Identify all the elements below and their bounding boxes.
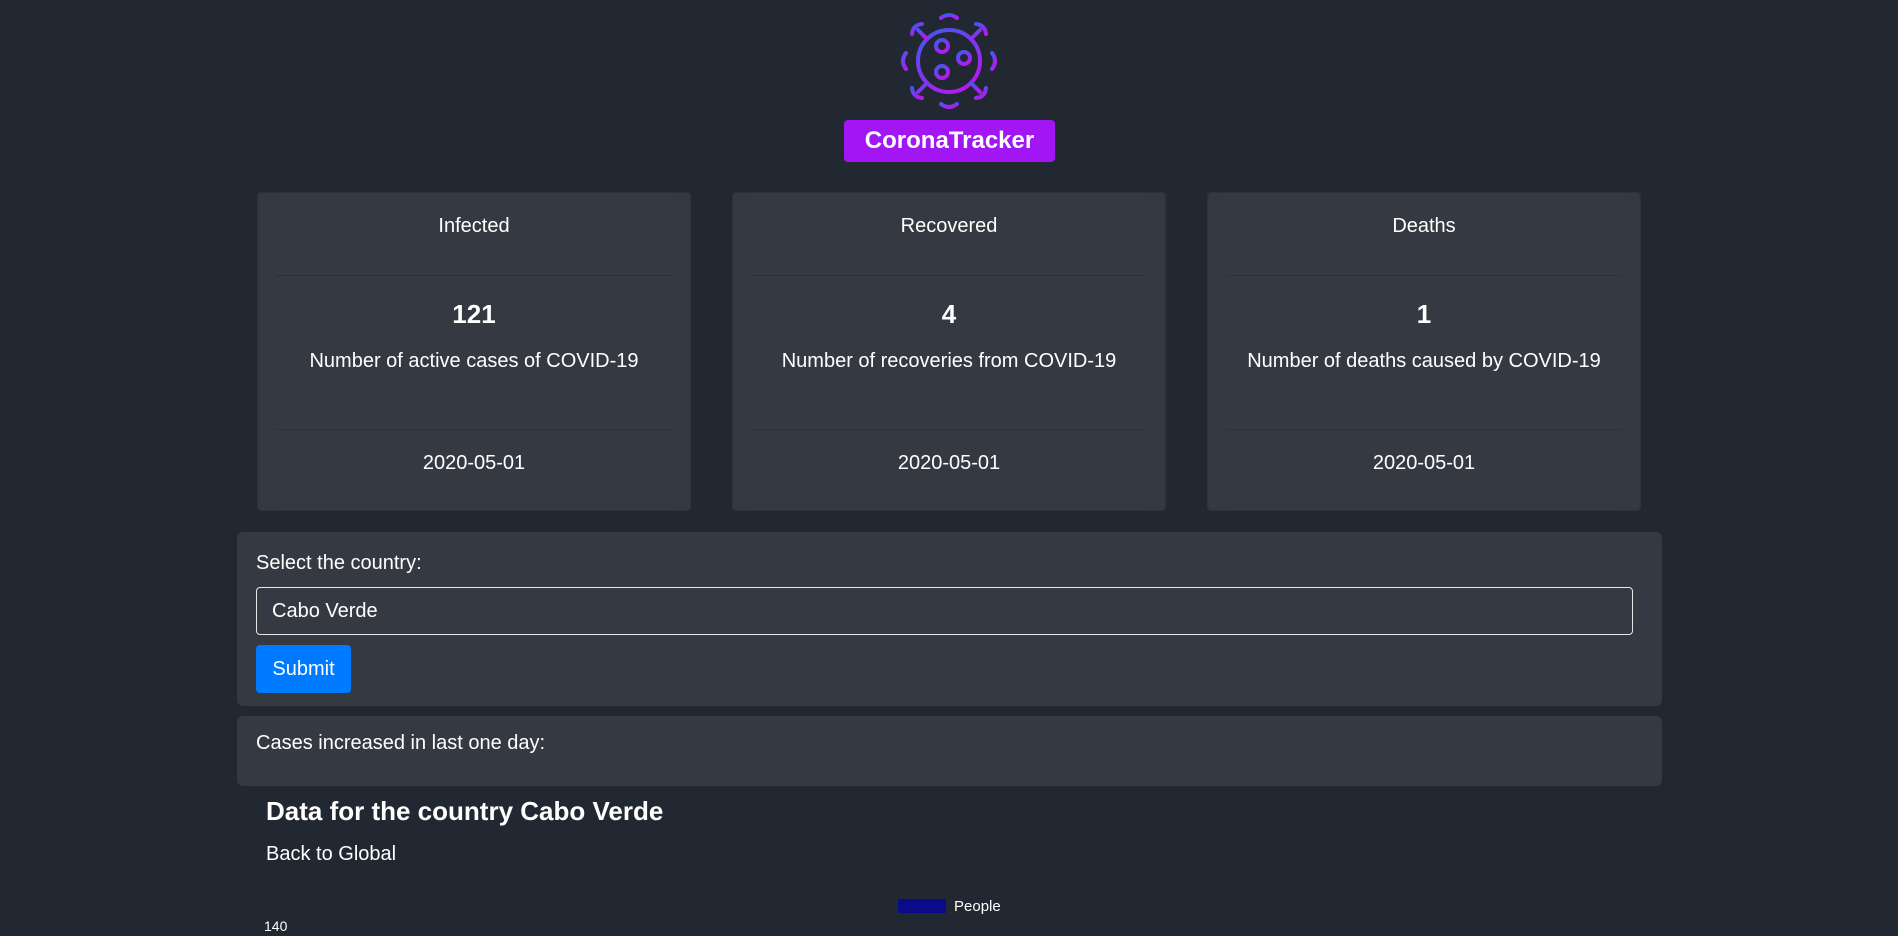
card-date: 2020-05-01 [276,429,672,512]
card-date: 2020-05-01 [1226,429,1622,512]
chart-legend[interactable]: People [898,897,1001,915]
legend-swatch [898,899,946,913]
card-body: Deaths 1 Number of deaths caused by COVI… [1226,193,1622,510]
card-body: Infected 121 Number of active cases of C… [276,193,672,510]
daily-increase-label: Cases increased in last one day: [256,732,546,754]
country-form: Select the country: Submit [237,532,1662,706]
card-description: Number of active cases of COVID-19 [309,350,639,372]
card-body: Recovered 4 Number of recoveries from CO… [751,193,1147,510]
card-value: 1 [1416,299,1432,329]
deaths-card: Deaths 1 Number of deaths caused by COVI… [1207,192,1641,511]
recovered-card: Recovered 4 Number of recoveries from CO… [732,192,1166,511]
y-axis-tick-label: 140 [264,918,288,934]
card-value: 4 [941,299,957,329]
daily-increase-panel: Cases increased in last one day: [237,716,1662,786]
card-title: Infected [276,193,672,276]
card-title: Recovered [751,193,1147,276]
country-input[interactable] [256,587,1633,635]
card-title: Deaths [1226,193,1622,276]
back-to-global-link[interactable]: Back to Global [266,843,396,866]
infected-card: Infected 121 Number of active cases of C… [257,192,691,511]
virus-logo-icon [901,13,997,109]
card-description: Number of recoveries from COVID-19 [781,350,1117,372]
card-value: 121 [452,299,496,329]
country-select-label: Select the country: [256,552,422,574]
card-date: 2020-05-01 [751,429,1147,512]
brand-badge: CoronaTracker [844,120,1055,162]
page: CoronaTracker Infected 121 Number of act… [0,0,1898,936]
country-data-heading: Data for the country Cabo Verde [266,796,664,826]
legend-label-people: People [954,897,1001,915]
submit-button[interactable]: Submit [256,645,351,693]
card-description: Number of deaths caused by COVID-19 [1247,350,1601,372]
